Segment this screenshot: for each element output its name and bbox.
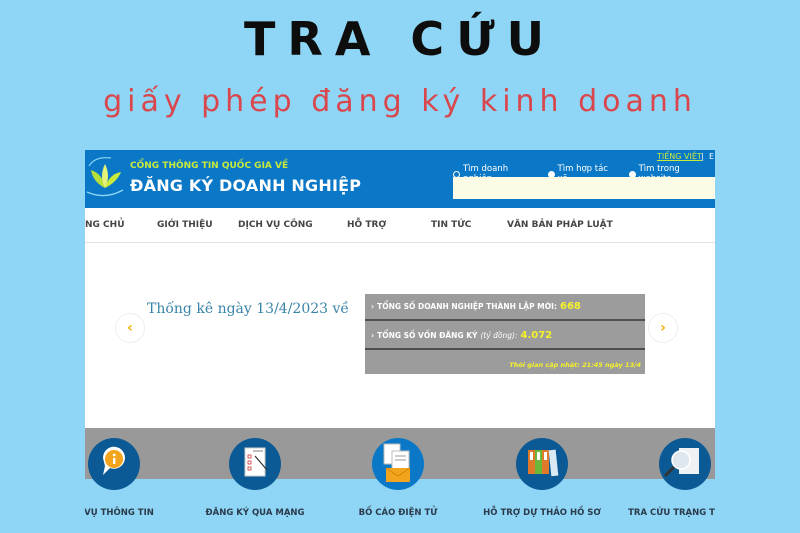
service-info[interactable]: H VỤ THÔNG TIN (85, 438, 179, 518)
stat-value: 668 (559, 301, 581, 312)
service-e-announcement[interactable]: BỐ CÁO ĐIỆN TỬ (333, 438, 463, 518)
language-vietnamese-link[interactable]: TIẾNG VIỆT (657, 152, 702, 161)
info-bubble-icon (88, 438, 140, 490)
service-status-lookup[interactable]: TRA CỨU TRẠNG THÁI H (620, 438, 715, 518)
search-input[interactable] (453, 177, 715, 199)
nav-about[interactable]: GIỚI THIỆU (157, 220, 213, 230)
service-label: ĐĂNG KÝ QUA MẠNG (205, 508, 305, 518)
nav-public-services[interactable]: DỊCH VỤ CÔNG (238, 220, 313, 230)
nav-news[interactable]: TIN TỨC (431, 220, 471, 230)
language-english-link[interactable]: E (709, 152, 714, 161)
slider-next-button[interactable]: › (648, 313, 678, 343)
stats-panel: › TỔNG SỐ DOANH NGHIỆP THÀNH LẬP MỚI: 66… (365, 294, 645, 374)
binders-icon (516, 438, 568, 490)
stat-label: TỔNG SỐ VỐN ĐĂNG KÝ (377, 331, 478, 340)
slider-prev-button[interactable]: ‹ (115, 313, 145, 343)
site-header: CỔNG THÔNG TIN QUỐC GIA VỀ ĐĂNG KÝ DOANH… (85, 150, 715, 205)
language-separator: | (701, 152, 704, 161)
nav-home[interactable]: NG CHỦ (85, 220, 125, 230)
stat-unit: (tỷ đồng): (480, 331, 518, 340)
last-updated: Thời gian cập nhật: 21:45 ngày 13/4 (509, 361, 641, 369)
service-document-draft-support[interactable]: HỖ TRỢ DỰ THẢO HỒ SƠ (477, 438, 607, 518)
nav-support[interactable]: HỖ TRỢ (347, 220, 386, 230)
leaf-logo-icon[interactable] (85, 154, 125, 200)
main-nav: NG CHỦ GIỚI THIỆU DỊCH VỤ CÔNG HỖ TRỢ TI… (85, 205, 715, 243)
chevron-right-icon: › (660, 320, 666, 336)
stat-registered-capital: › TỔNG SỐ VỐN ĐĂNG KÝ (tỷ đồng): 4.072 (365, 323, 645, 350)
stat-value: 4.072 (520, 330, 553, 341)
brand-name: ĐĂNG KÝ DOANH NGHIỆP (130, 176, 362, 195)
nav-legal-documents[interactable]: VĂN BẢN PHÁP LUẬT (507, 220, 613, 230)
chevron-icon: › (371, 302, 375, 311)
service-label: H VỤ THÔNG TIN (85, 508, 154, 518)
service-label: BỐ CÁO ĐIỆN TỬ (358, 508, 438, 518)
service-label: HỖ TRỢ DỰ THẢO HỒ SƠ (483, 508, 601, 518)
service-online-registration[interactable]: ĐĂNG KÝ QUA MẠNG (190, 438, 320, 518)
stats-caption: Thống kê ngày 13/4/2023 về (147, 301, 350, 317)
magnifier-document-icon (659, 438, 711, 490)
stats-slider: ‹ › Thống kê ngày 13/4/2023 về › TỔNG SỐ… (85, 243, 715, 428)
banner-subtitle: giấy phép đăng ký kinh doanh (103, 84, 697, 119)
banner-title: TRA CỨU (244, 12, 556, 66)
chevron-icon: › (371, 331, 375, 340)
stat-new-enterprises: › TỔNG SỐ DOANH NGHIỆP THÀNH LẬP MỚI: 66… (365, 294, 645, 321)
service-label: TRA CỨU TRẠNG THÁI H (628, 508, 715, 518)
document-envelope-icon (372, 438, 424, 490)
chevron-left-icon: ‹ (127, 320, 133, 336)
stat-label: TỔNG SỐ DOANH NGHIỆP THÀNH LẬP MỚI: (377, 302, 557, 311)
brand-tagline: CỔNG THÔNG TIN QUỐC GIA VỀ (130, 161, 289, 171)
website-screenshot: CỔNG THÔNG TIN QUỐC GIA VỀ ĐĂNG KÝ DOANH… (85, 150, 715, 533)
checklist-form-icon (229, 438, 281, 490)
